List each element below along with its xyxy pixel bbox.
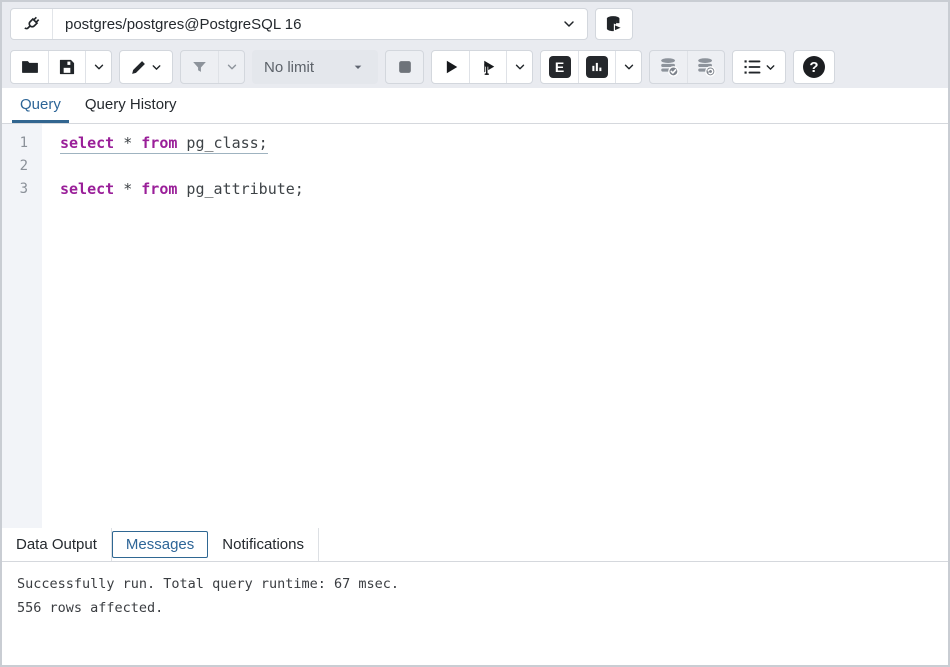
explain-icon: E	[549, 56, 571, 78]
macro-button-group	[732, 50, 786, 84]
code-line-1: select * from pg_class;	[60, 132, 948, 155]
filter-button-group	[180, 50, 245, 84]
execute-button[interactable]	[432, 51, 469, 83]
chevron-down-icon	[764, 61, 777, 74]
message-line: 556 rows affected.	[17, 596, 933, 620]
stop-button-group	[385, 50, 424, 84]
line-number: 3	[2, 178, 42, 201]
help-button-group: ?	[793, 50, 835, 84]
save-icon	[57, 57, 77, 77]
chevron-down-icon	[92, 60, 106, 74]
stop-icon	[395, 57, 415, 77]
code-line-3: select * from pg_attribute;	[60, 178, 948, 201]
pencil-icon	[129, 58, 148, 77]
message-line: Successfully run. Total query runtime: 6…	[17, 572, 933, 596]
commit-button[interactable]	[650, 51, 687, 83]
open-file-button[interactable]	[11, 51, 48, 83]
help-icon: ?	[803, 56, 825, 78]
execute-options-dropdown[interactable]	[506, 51, 532, 83]
chevron-down-icon	[622, 60, 636, 74]
messages-panel: Successfully run. Total query runtime: 6…	[2, 562, 948, 665]
sql-editor: 1 2 3 select * from pg_class; select * f…	[2, 124, 948, 528]
connection-selector[interactable]: postgres/postgres@PostgreSQL 16	[10, 8, 588, 40]
stop-button[interactable]	[386, 51, 423, 83]
chevron-down-icon	[513, 60, 527, 74]
numbered-list-icon	[742, 57, 762, 77]
line-number: 1	[2, 132, 42, 155]
explain-options-dropdown[interactable]	[615, 51, 641, 83]
filter-dropdown[interactable]	[218, 51, 244, 83]
explain-button[interactable]: E	[541, 51, 578, 83]
line-number: 2	[2, 155, 42, 178]
output-tabbar: Data Output Messages Notifications	[2, 528, 948, 562]
editor-tabbar: Query Query History	[2, 88, 948, 124]
edit-button-group	[119, 50, 173, 84]
tab-notifications[interactable]: Notifications	[208, 528, 319, 561]
database-arrow-icon	[604, 14, 624, 34]
file-button-group	[10, 50, 112, 84]
chevron-down-icon	[225, 60, 239, 74]
connection-bar: postgres/postgres@PostgreSQL 16	[2, 2, 948, 46]
tab-query-history[interactable]: Query History	[77, 88, 185, 123]
file-menu-dropdown[interactable]	[85, 51, 111, 83]
chevron-down-icon	[551, 16, 587, 32]
bar-chart-icon	[586, 56, 608, 78]
transaction-button-group	[649, 50, 725, 84]
folder-icon	[20, 57, 40, 77]
code-line-2	[60, 155, 948, 178]
play-cursor-icon	[478, 57, 498, 77]
explain-analyze-button[interactable]	[578, 51, 615, 83]
chevron-down-icon	[150, 61, 163, 74]
new-connection-button[interactable]	[595, 8, 633, 40]
explain-button-group: E	[540, 50, 642, 84]
edit-menu-button[interactable]	[120, 51, 172, 83]
tab-messages[interactable]: Messages	[112, 531, 208, 558]
filter-button[interactable]	[181, 51, 218, 83]
caret-down-icon	[350, 59, 366, 75]
tab-data-output[interactable]: Data Output	[2, 528, 112, 561]
query-toolbar: No limit	[2, 46, 948, 88]
execute-button-group	[431, 50, 533, 84]
connection-plug-icon	[11, 9, 53, 39]
execute-from-cursor-button[interactable]	[469, 51, 506, 83]
play-icon	[441, 57, 461, 77]
row-limit-value: No limit	[264, 59, 350, 76]
connection-value: postgres/postgres@PostgreSQL 16	[53, 16, 551, 33]
code-area[interactable]: select * from pg_class; select * from pg…	[42, 124, 948, 528]
macros-button[interactable]	[733, 51, 785, 83]
save-file-button[interactable]	[48, 51, 85, 83]
query-tool-window: postgres/postgres@PostgreSQL 16	[0, 0, 950, 667]
tab-query[interactable]: Query	[12, 88, 69, 123]
filter-funnel-icon	[190, 58, 209, 77]
line-number-gutter: 1 2 3	[2, 124, 42, 528]
row-limit-select[interactable]: No limit	[252, 50, 378, 84]
help-button[interactable]: ?	[794, 51, 834, 83]
rollback-button[interactable]	[687, 51, 724, 83]
commit-database-check-icon	[658, 56, 680, 78]
rollback-database-undo-icon	[695, 56, 717, 78]
